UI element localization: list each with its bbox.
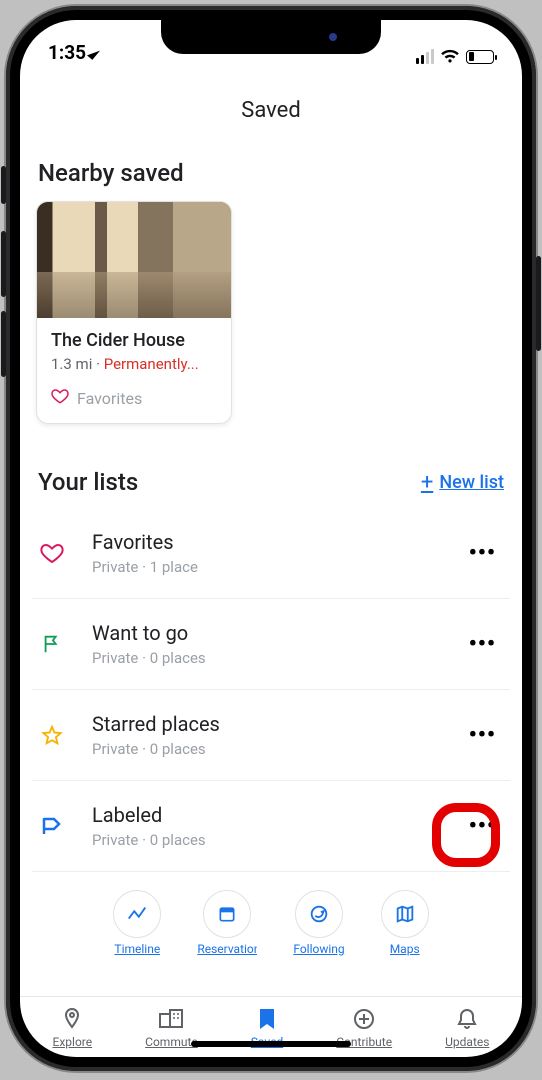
list-sub: Private · 0 places — [92, 649, 439, 667]
tab-commute[interactable]: Commute — [145, 1007, 198, 1049]
list-name: Starred places — [92, 712, 439, 736]
list-name: Labeled — [92, 803, 439, 827]
chip-maps[interactable]: Maps — [381, 890, 429, 956]
list-row-favorites[interactable]: Favorites Private · 1 place ••• — [32, 508, 510, 599]
more-icon[interactable]: ••• — [465, 535, 500, 572]
mute-switch[interactable] — [1, 166, 6, 204]
notch — [161, 20, 381, 54]
chip-following[interactable]: Following — [293, 890, 344, 956]
list-row-want-to-go[interactable]: Want to go Private · 0 places ••• — [32, 599, 510, 690]
new-list-button[interactable]: + New list — [421, 470, 504, 495]
more-icon[interactable]: ••• — [465, 808, 500, 845]
more-icon[interactable]: ••• — [465, 626, 500, 663]
list-row-starred[interactable]: Starred places Private · 0 places ••• — [32, 690, 510, 781]
more-icon[interactable]: ••• — [465, 717, 500, 754]
list-sub: Private · 0 places — [92, 831, 439, 849]
list-sub: Private · 1 place — [92, 558, 439, 576]
star-icon — [38, 724, 66, 746]
chip-reservations[interactable]: Reservations — [197, 890, 257, 956]
place-meta: 1.3 mi · Permanently... — [51, 355, 217, 373]
phone-frame: 1:35 Saved Nearby saved The Cider House — [6, 6, 536, 1071]
list-row-labeled[interactable]: Labeled Private · 0 places ••• — [32, 781, 510, 872]
plus-icon: + — [421, 470, 433, 495]
label-icon — [38, 815, 66, 837]
chip-timeline[interactable]: Timeline — [113, 890, 161, 956]
nearby-saved-card[interactable]: The Cider House 1.3 mi · Permanently... … — [36, 201, 232, 424]
your-lists-heading: Your lists — [38, 468, 138, 496]
nearby-heading: Nearby saved — [32, 159, 510, 201]
tab-updates[interactable]: Updates — [445, 1007, 489, 1049]
flag-icon — [38, 633, 66, 655]
location-services-icon — [87, 46, 100, 60]
tab-explore[interactable]: Explore — [53, 1007, 93, 1049]
place-list-chip: Favorites — [51, 387, 217, 409]
power-button[interactable] — [536, 256, 541, 351]
volume-up-button[interactable] — [1, 231, 6, 297]
volume-down-button[interactable] — [1, 311, 6, 377]
clock: 1:35 — [48, 41, 86, 64]
place-name: The Cider House — [51, 330, 217, 351]
list-sub: Private · 0 places — [92, 740, 439, 758]
heart-icon — [51, 387, 69, 409]
front-camera — [329, 33, 337, 41]
list-name: Favorites — [92, 530, 439, 554]
list-name: Want to go — [92, 621, 439, 645]
screen: 1:35 Saved Nearby saved The Cider House — [20, 20, 522, 1057]
content: Saved Nearby saved The Cider House 1.3 m… — [20, 66, 522, 996]
place-thumbnail — [37, 202, 231, 318]
bottom-tab-bar: Explore Commute Saved Contribute Updates — [20, 996, 522, 1057]
battery-icon — [466, 50, 494, 64]
wifi-icon — [440, 49, 460, 64]
page-title: Saved — [32, 66, 510, 159]
quick-chips: Timeline Reservations Following Maps — [32, 872, 510, 962]
cell-signal-icon — [416, 49, 434, 64]
home-indicator[interactable] — [191, 1041, 351, 1047]
heart-icon — [38, 541, 66, 565]
